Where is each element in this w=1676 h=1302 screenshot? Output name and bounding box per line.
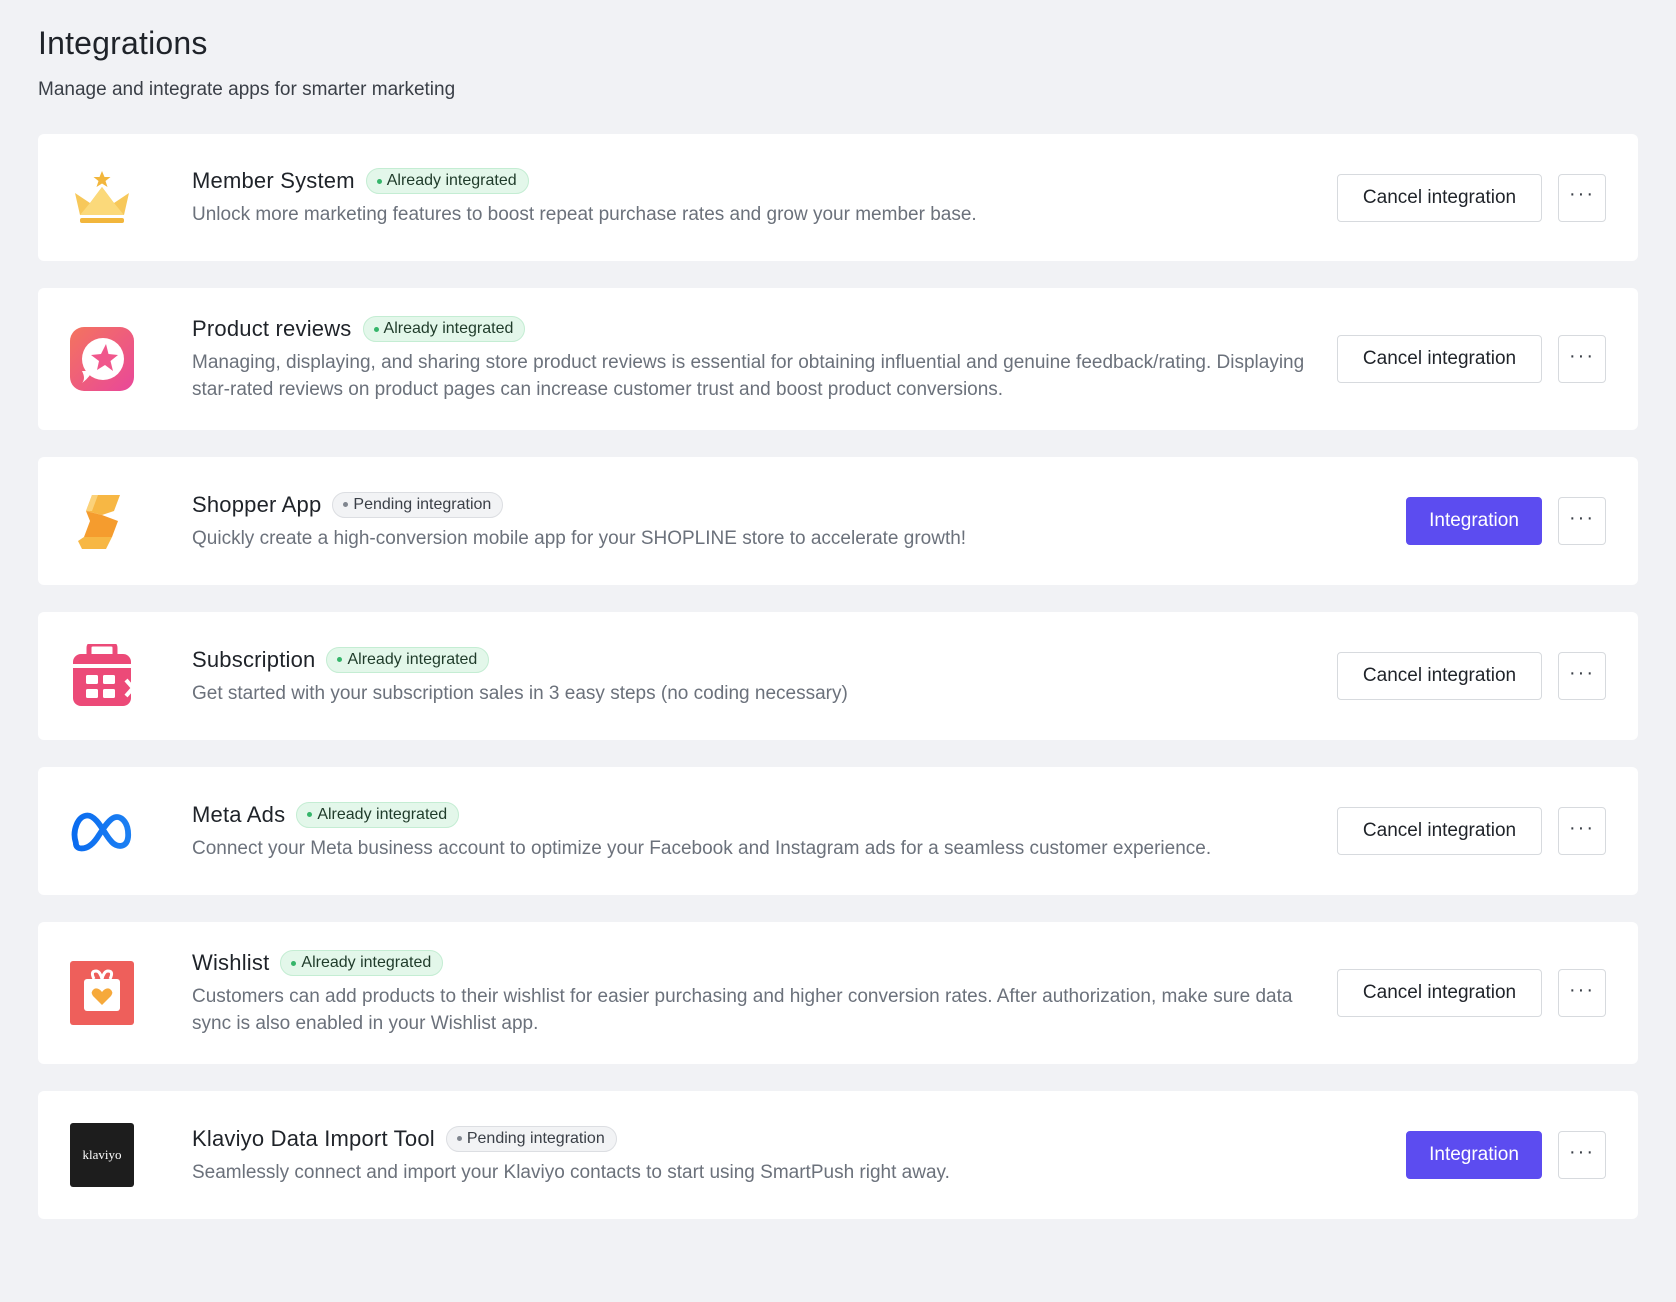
cancel-integration-button[interactable]: Cancel integration [1337,807,1542,855]
cancel-integration-button[interactable]: Cancel integration [1337,335,1542,383]
title-row: Subscription Already integrated [192,646,1317,674]
integration-description: Get started with your subscription sales… [192,682,848,704]
gift-heart-icon [70,961,134,1025]
integration-card-shopper-app: Shopper App Pending integration Quickly … [38,457,1638,585]
status-dot [307,812,313,817]
integration-actions: Integration ··· [1406,497,1606,545]
cancel-integration-button[interactable]: Cancel integration [1337,652,1542,700]
status-badge: Pending integration [445,1125,617,1152]
integration-description: Unlock more marketing features to boost … [192,204,977,225]
integration-card-member-system: Member System Already integrated Unlock … [38,134,1638,261]
shopper-app-icon [70,489,134,553]
status-label: Pending integration [466,1129,605,1147]
integration-actions: Cancel integration ··· [1337,173,1606,222]
status-badge: Already integrated [326,646,490,673]
more-options-button[interactable]: ··· [1558,497,1606,545]
integration-card-subscription: Subscription Already integrated Get star… [38,612,1638,740]
integration-card-klaviyo: klaviyo Klaviyo Data Import Tool Pending… [38,1091,1638,1219]
more-options-button[interactable]: ··· [1558,1131,1606,1179]
integration-name: Klaviyo Data Import Tool [192,1125,435,1151]
status-label: Pending integration [353,495,492,513]
page-subtitle: Manage and integrate apps for smarter ma… [38,79,456,100]
integration-content: Klaviyo Data Import Tool Pending integra… [192,1125,1406,1186]
more-options-button[interactable]: ··· [1558,652,1606,700]
integration-content: Meta Ads Already integrated Connect your… [192,801,1337,862]
status-badge: Already integrated [365,168,529,194]
integration-description: Seamlessly connect and import your Klavi… [192,1161,950,1183]
integration-button[interactable]: Integration [1406,1131,1542,1179]
integration-actions: Cancel integration ··· [1337,969,1606,1017]
integration-actions: Integration ··· [1406,1131,1606,1179]
integration-button[interactable]: Integration [1406,497,1542,545]
cancel-integration-button[interactable]: Cancel integration [1337,969,1542,1017]
integration-actions: Cancel integration ··· [1337,335,1606,383]
integration-description: Connect your Meta business account to op… [192,837,1212,859]
status-dot [456,1136,462,1141]
integration-card-meta-ads: Meta Ads Already integrated Connect your… [38,767,1638,895]
status-dot [376,178,382,184]
integration-content: Subscription Already integrated Get star… [192,646,1337,707]
status-dot [373,326,379,332]
integration-description: Customers can add products to their wish… [192,986,1293,1034]
title-row: Shopper App Pending integration [192,491,1386,519]
status-dot [291,960,297,966]
klaviyo-logo-icon: klaviyo [70,1123,134,1187]
subscription-calendar-icon [70,644,134,708]
integration-name: Wishlist [192,950,270,975]
status-badge: Already integrated [362,316,526,342]
status-label: Already integrated [383,320,514,337]
integration-name: Member System [192,168,355,193]
integration-name: Meta Ads [192,801,286,827]
integration-content: Wishlist Already integrated Customers ca… [192,949,1337,1037]
integration-content: Product reviews Already integrated Manag… [192,315,1337,403]
crown-icon [70,166,134,230]
integration-content: Member System Already integrated Unlock … [192,167,1337,228]
cancel-integration-button[interactable]: Cancel integration [1337,173,1542,222]
integration-content: Shopper App Pending integration Quickly … [192,491,1406,552]
title-row: Member System Already integrated [192,167,1317,195]
integration-description: Managing, displaying, and sharing store … [192,352,1305,400]
integration-name: Shopper App [192,491,322,517]
status-label: Already integrated [317,805,448,823]
status-label: Already integrated [301,954,432,971]
integration-name: Product reviews [192,316,352,341]
status-label: Already integrated [347,650,478,668]
integration-actions: Cancel integration ··· [1337,652,1606,700]
more-options-button[interactable]: ··· [1558,173,1606,222]
integration-card-product-reviews: Product reviews Already integrated Manag… [38,288,1638,430]
title-row: Wishlist Already integrated [192,949,1317,977]
title-row: Klaviyo Data Import Tool Pending integra… [192,1125,1386,1153]
integrations-page: Integrations Manage and integrate apps f… [0,0,1676,1219]
status-badge: Pending integration [332,491,504,518]
integration-description: Quickly create a high-conversion mobile … [192,527,967,549]
integration-card-wishlist: Wishlist Already integrated Customers ca… [38,922,1638,1064]
status-badge: Already integrated [296,801,460,828]
review-star-icon [70,327,134,391]
integration-actions: Cancel integration ··· [1337,807,1606,855]
integration-name: Subscription [192,646,316,672]
more-options-button[interactable]: ··· [1558,807,1606,855]
title-row: Product reviews Already integrated [192,315,1317,343]
klaviyo-logo-text: klaviyo [82,1147,122,1162]
status-dot [337,657,343,662]
page-title: Integrations [38,25,208,61]
integrations-list: Member System Already integrated Unlock … [38,134,1638,1219]
more-options-button[interactable]: ··· [1558,335,1606,383]
status-dot [343,502,349,507]
title-row: Meta Ads Already integrated [192,801,1317,829]
meta-logo-icon [70,799,134,863]
status-badge: Already integrated [280,950,444,976]
status-label: Already integrated [386,172,517,189]
more-options-button[interactable]: ··· [1558,969,1606,1017]
